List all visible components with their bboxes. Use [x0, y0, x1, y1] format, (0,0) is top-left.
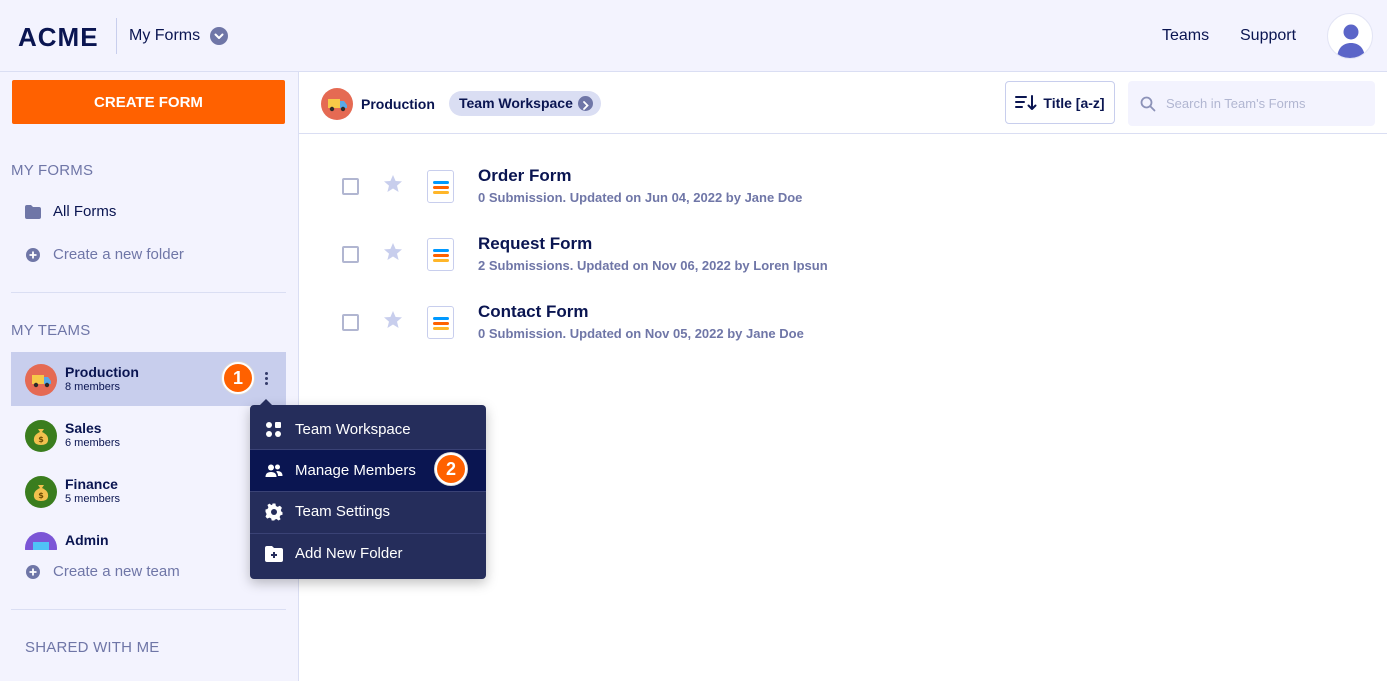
form-row[interactable]: Request Form 2 Submissions. Updated on N…: [299, 228, 1387, 296]
menu-item-label: Manage Members: [295, 462, 416, 479]
menu-item-add-new-folder[interactable]: Add New Folder: [250, 533, 486, 574]
search-box: [1128, 81, 1375, 126]
truck-icon: [321, 88, 353, 120]
form-title[interactable]: Contact Form: [478, 302, 589, 322]
create-form-button[interactable]: CREATE FORM: [12, 80, 285, 124]
form-meta: 0 Submission. Updated on Nov 05, 2022 by…: [478, 326, 804, 341]
team-members-count: 6 members: [65, 437, 121, 449]
truck-icon: [25, 364, 57, 396]
form-title[interactable]: Request Form: [478, 234, 592, 254]
my-teams-title: MY TEAMS: [11, 322, 91, 339]
all-forms-label: All Forms: [53, 203, 117, 220]
chevron-right-icon: [577, 96, 593, 111]
team-name: Finance: [65, 476, 118, 492]
step-badge-1: 1: [222, 362, 254, 394]
form-icon: [427, 170, 454, 203]
form-row[interactable]: Contact Form 0 Submission. Updated on No…: [299, 296, 1387, 364]
team-members-count: 5 members: [65, 493, 121, 505]
acme-logo[interactable]: ACME: [18, 22, 99, 53]
menu-item-team-workspace[interactable]: Team Workspace: [250, 409, 486, 450]
money-bag-icon: $: [25, 476, 57, 508]
shared-with-me-title[interactable]: SHARED WITH ME: [25, 639, 159, 656]
sidebar-team-finance[interactable]: $ Finance 5 members: [11, 464, 286, 518]
sidebar-team-admin[interactable]: Admin: [11, 520, 286, 550]
form-icon: [427, 238, 454, 271]
team-label: Production: [361, 96, 435, 112]
money-bag-icon: $: [25, 420, 57, 452]
form-meta: 2 Submissions. Updated on Nov 06, 2022 b…: [478, 258, 828, 273]
team-members-count: 8 members: [65, 381, 121, 393]
create-team-link[interactable]: Create a new team: [25, 563, 180, 580]
top-bar: ACME My Forms Teams Support: [0, 0, 1387, 72]
folder-icon: [25, 204, 41, 219]
step-badge-2: 2: [435, 453, 467, 485]
team-name: Production: [65, 364, 139, 380]
svg-text:$: $: [38, 491, 44, 500]
chevron-down-icon[interactable]: [210, 27, 228, 45]
star-icon[interactable]: [383, 174, 403, 194]
form-checkbox[interactable]: [342, 178, 359, 195]
create-team-label: Create a new team: [53, 563, 180, 580]
star-icon[interactable]: [383, 310, 403, 330]
sort-icon: [1015, 94, 1037, 110]
menu-item-label: Add New Folder: [295, 545, 403, 562]
svg-text:$: $: [38, 435, 44, 444]
form-checkbox[interactable]: [342, 314, 359, 331]
form-title[interactable]: Order Form: [478, 166, 572, 186]
plus-circle-icon: [26, 247, 40, 262]
menu-item-label: Team Settings: [295, 503, 391, 520]
user-avatar[interactable]: [1327, 13, 1373, 59]
search-icon: [1140, 96, 1156, 111]
team-name: Sales: [65, 420, 102, 436]
content-toolbar: Production Team Workspace Title [a-z]: [299, 72, 1387, 134]
form-meta: 0 Submission. Updated on Jun 04, 2022 by…: [478, 190, 803, 205]
star-icon[interactable]: [383, 242, 403, 262]
gear-icon: [265, 503, 283, 520]
user-icon: [1337, 24, 1365, 58]
sidebar-divider: [11, 609, 286, 610]
users-icon: [265, 464, 283, 477]
logo-divider: [116, 18, 117, 54]
team-workspace-pill[interactable]: Team Workspace: [449, 91, 601, 116]
menu-item-team-settings[interactable]: Team Settings: [250, 491, 486, 532]
sidebar: CREATE FORM MY FORMS All Forms Create a …: [0, 72, 299, 681]
sort-label: Title [a-z]: [1043, 94, 1105, 111]
sidebar-team-sales[interactable]: $ Sales 6 members: [11, 408, 286, 462]
nav-support-link[interactable]: Support: [1240, 27, 1296, 45]
my-forms-selector[interactable]: My Forms: [129, 27, 200, 45]
menu-item-label: Team Workspace: [295, 421, 411, 438]
search-input[interactable]: [1166, 96, 1366, 111]
sort-button[interactable]: Title [a-z]: [1005, 81, 1115, 124]
form-checkbox[interactable]: [342, 246, 359, 263]
nav-teams-link[interactable]: Teams: [1162, 27, 1209, 45]
form-row[interactable]: Order Form 0 Submission. Updated on Jun …: [299, 160, 1387, 228]
sidebar-divider: [11, 292, 286, 293]
create-folder-link[interactable]: Create a new folder: [25, 246, 184, 263]
monitor-icon: [25, 532, 57, 550]
create-folder-label: Create a new folder: [53, 246, 184, 263]
workspace-pill-label: Team Workspace: [459, 95, 573, 111]
my-forms-title: MY FORMS: [11, 162, 94, 179]
folder-plus-icon: [265, 545, 283, 562]
plus-circle-icon: [26, 564, 40, 579]
team-more-options-icon[interactable]: [261, 370, 271, 390]
grid-icon: [266, 421, 281, 437]
team-context-menu: Team Workspace Manage Members Team Setti…: [250, 399, 486, 579]
form-icon: [427, 306, 454, 339]
sidebar-item-all-forms[interactable]: All Forms: [25, 203, 116, 220]
team-name: Admin: [65, 532, 109, 548]
